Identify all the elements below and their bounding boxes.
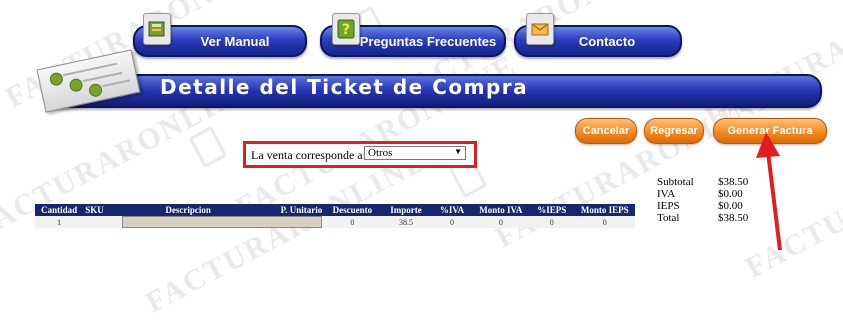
red-arrow-annotation	[756, 132, 782, 251]
